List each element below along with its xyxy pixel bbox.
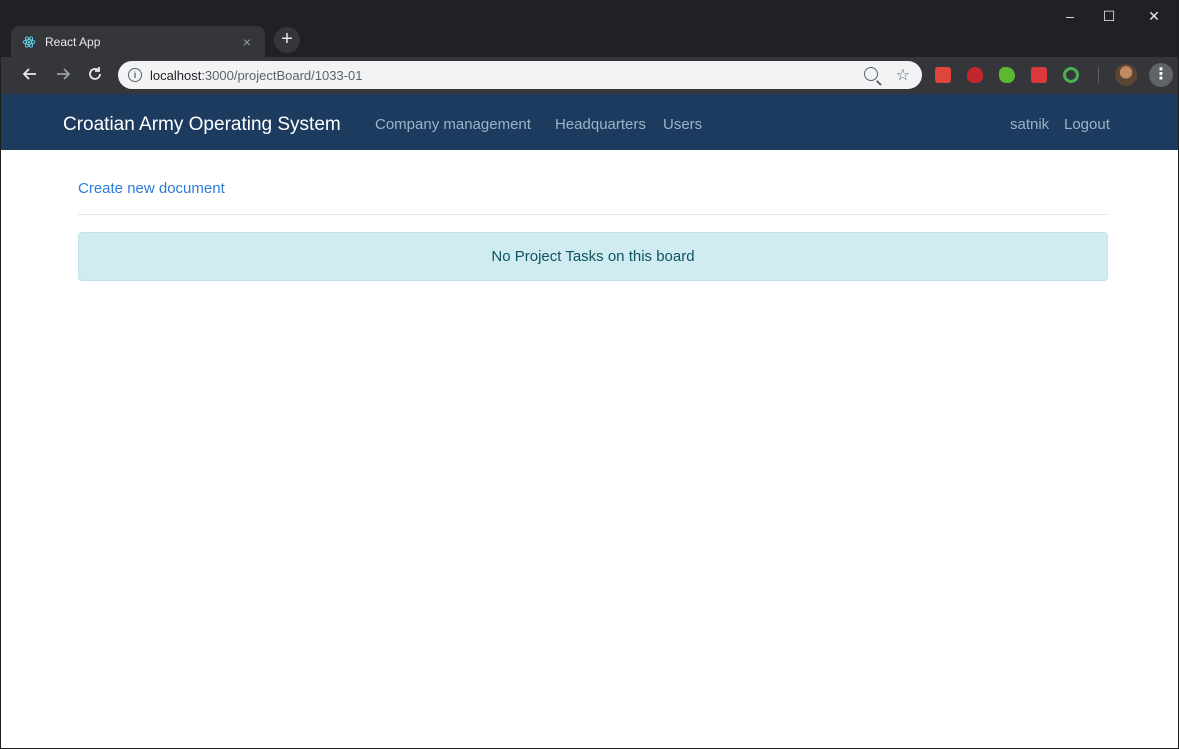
evernote-extension-icon[interactable]	[999, 67, 1015, 83]
nav-users[interactable]: Users	[663, 116, 702, 133]
browser-titlebar: React App × + – ☐ ✕	[1, 0, 1178, 57]
info-icon[interactable]: i	[128, 68, 142, 82]
url-host: localhost	[150, 67, 202, 83]
forward-arrow-icon[interactable]	[53, 66, 73, 87]
zoom-icon[interactable]	[864, 67, 878, 81]
target-extension-icon[interactable]	[1063, 67, 1079, 83]
bookmark-star-icon[interactable]: ☆	[896, 65, 910, 85]
nav-user-satnik[interactable]: satnik	[1010, 116, 1049, 133]
new-tab-button[interactable]: +	[274, 27, 300, 53]
url-path: :3000/projectBoard/1033-01	[201, 67, 363, 83]
toolbar-separator	[1098, 67, 1099, 83]
browser-window: React App × + – ☐ ✕ i localhost:3000/pro…	[0, 0, 1179, 749]
profile-avatar-icon[interactable]	[1115, 64, 1137, 86]
kebab-menu-icon[interactable]: ⋮	[1149, 63, 1173, 87]
tab-close-icon[interactable]: ×	[239, 34, 255, 50]
browser-tab[interactable]: React App ×	[11, 26, 265, 57]
divider	[78, 214, 1108, 215]
window-close-button[interactable]: ✕	[1139, 8, 1169, 25]
nav-headquarters[interactable]: Headquarters	[555, 116, 646, 133]
app-navbar: Croatian Army Operating System Company m…	[1, 94, 1178, 150]
reload-icon[interactable]	[85, 66, 105, 87]
react-icon	[21, 34, 37, 50]
empty-board-alert: No Project Tasks on this board	[78, 232, 1108, 281]
address-bar[interactable]: i localhost:3000/projectBoard/1033-01 ☆	[118, 61, 922, 89]
gmail-extension-icon[interactable]	[935, 67, 951, 83]
tab-title: React App	[45, 34, 101, 49]
create-document-link[interactable]: Create new document	[78, 180, 225, 197]
nav-logout[interactable]: Logout	[1064, 116, 1110, 133]
minimize-button[interactable]: –	[1055, 8, 1085, 24]
maximize-button[interactable]: ☐	[1094, 8, 1124, 25]
nav-company-management[interactable]: Company management	[375, 116, 531, 133]
ublock-extension-icon[interactable]	[967, 67, 983, 83]
back-arrow-icon[interactable]	[20, 66, 40, 87]
brand-link[interactable]: Croatian Army Operating System	[63, 114, 341, 136]
extension-icon[interactable]	[1031, 67, 1047, 83]
empty-board-message: No Project Tasks on this board	[491, 248, 695, 265]
